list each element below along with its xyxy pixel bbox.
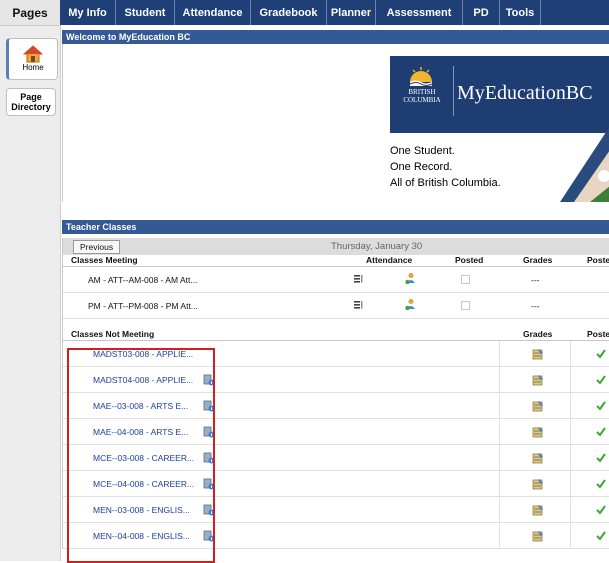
- welcome-panel: BRITISH COLUMBIA MyEducationBC One Stude…: [62, 44, 609, 202]
- posted-check-icon: [596, 375, 606, 385]
- gradebook-icon[interactable]: [532, 374, 544, 386]
- welcome-title: Welcome to MyEducation BC: [62, 30, 609, 44]
- gradebook-icon[interactable]: [532, 452, 544, 464]
- banner-tagline: One Student. One Record. All of British …: [390, 145, 501, 189]
- tab-planner[interactable]: Planner: [327, 0, 376, 25]
- home-icon: [23, 45, 43, 63]
- take-attendance-icon[interactable]: [404, 272, 416, 285]
- posted-check-icon: [596, 349, 606, 359]
- tab-my-info[interactable]: My Info: [60, 0, 116, 25]
- gradebook-icon[interactable]: [532, 530, 544, 542]
- home-label: Home: [22, 63, 44, 72]
- posted-check-icon: [596, 427, 606, 437]
- posted-check-icon: [596, 531, 606, 541]
- tab-assessment[interactable]: Assessment: [376, 0, 463, 25]
- posted-check-icon: [596, 479, 606, 489]
- date-bar: Previous Thursday, January 30: [63, 238, 609, 255]
- take-attendance-icon[interactable]: [404, 298, 416, 311]
- table-row: AM - ATT--AM-008 - AM Att... ---: [63, 267, 609, 293]
- posted-checkbox[interactable]: [461, 301, 470, 310]
- table-row: PM - ATT--PM-008 - PM Att... ---: [63, 293, 609, 319]
- gradebook-icon[interactable]: [532, 348, 544, 360]
- gradebook-icon[interactable]: [532, 504, 544, 516]
- posted-check-icon: [596, 453, 606, 463]
- tab-tools[interactable]: Tools: [500, 0, 541, 25]
- meeting-header: Classes Meeting Attendance Posted Grades…: [63, 255, 609, 267]
- tab-gradebook[interactable]: Gradebook: [251, 0, 327, 25]
- previous-button[interactable]: Previous: [73, 240, 121, 254]
- current-date: Thursday, January 30: [331, 241, 423, 252]
- gradebook-icon[interactable]: [532, 426, 544, 438]
- myeducationbc-logo: MyEducationBC: [457, 82, 593, 104]
- page-directory-button[interactable]: Page Directory: [6, 88, 56, 116]
- roster-list-icon[interactable]: [353, 274, 363, 284]
- not-meeting-header: Classes Not Meeting Grades Poste: [63, 329, 609, 341]
- home-button[interactable]: Home: [6, 38, 58, 80]
- top-nav: My Info Student Attendance Gradebook Pla…: [60, 0, 609, 25]
- tab-pd[interactable]: PD: [463, 0, 500, 25]
- pages-sidebar: Pages Home Page Directory: [0, 0, 61, 561]
- posted-check-icon: [596, 505, 606, 515]
- highlight-box: [67, 348, 215, 563]
- british-columbia-wordmark: BRITISH COLUMBIA: [403, 88, 441, 104]
- teacher-classes-title: Teacher Classes: [62, 220, 609, 234]
- tab-attendance[interactable]: Attendance: [175, 0, 251, 25]
- gradebook-icon[interactable]: [532, 478, 544, 490]
- roster-list-icon[interactable]: [353, 300, 363, 310]
- pages-header: Pages: [0, 0, 60, 26]
- posted-checkbox[interactable]: [461, 275, 470, 284]
- myeducation-banner: BRITISH COLUMBIA MyEducationBC One Stude…: [390, 56, 609, 202]
- student-photo: [560, 127, 609, 202]
- bc-sun-logo: [409, 67, 433, 86]
- gradebook-icon[interactable]: [532, 400, 544, 412]
- tab-student[interactable]: Student: [116, 0, 175, 25]
- posted-check-icon: [596, 401, 606, 411]
